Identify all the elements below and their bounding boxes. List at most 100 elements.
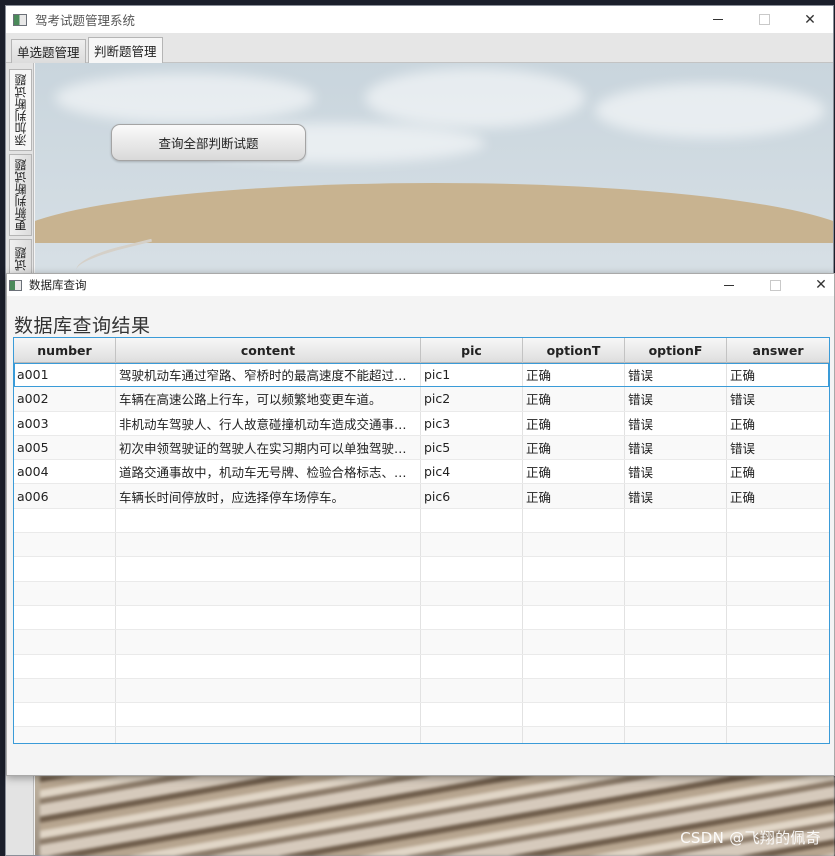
side-tab-update-question[interactable]: 更新判断试题: [9, 154, 32, 236]
table-cell: [727, 557, 829, 580]
table-cell: 错误: [625, 363, 727, 387]
table-cell: 错误: [625, 387, 727, 411]
table-cell: [625, 533, 727, 557]
table-cell: a002: [14, 387, 116, 411]
table-cell: pic2: [421, 387, 523, 411]
empty-row: [14, 581, 829, 606]
table-cell: [14, 727, 116, 743]
table-cell: a006: [14, 484, 116, 508]
side-tab-label: 添加判断试题: [14, 74, 28, 146]
table-cell: 正确: [523, 484, 625, 508]
table-cell: [421, 654, 523, 678]
table-cell: [421, 581, 523, 605]
table-cell: [14, 678, 116, 703]
table-cell: [116, 557, 421, 581]
table-cell: pic1: [421, 363, 523, 387]
table-cell: 初次申领驾驶证的驾驶人在实习期内可以单独驾驶机...: [116, 435, 421, 460]
table-cell: [625, 703, 727, 727]
minimize-icon[interactable]: [695, 6, 741, 33]
table-row[interactable]: a005 初次申领驾驶证的驾驶人在实习期内可以单独驾驶机... pic5 正确 错误 错误: [14, 435, 829, 461]
table-body: a001 驾驶机动车通过窄路、窄桥时的最高速度不能超过每... pic1 正确 错误 正确…: [14, 363, 829, 743]
dialog-controls: ✕: [706, 274, 834, 296]
empty-row: [14, 557, 829, 582]
table-cell: 非机动车驾驶人、行人故意碰撞机动车造成交通事故...: [116, 411, 421, 435]
maximize-icon[interactable]: [752, 274, 798, 296]
table-cell: [625, 678, 727, 703]
table-header: number content pic optionT optionF answe…: [14, 338, 829, 363]
table-row[interactable]: a003 非机动车驾驶人、行人故意碰撞机动车造成交通事故... pic3 正确 错误 正确: [14, 411, 829, 436]
query-all-button[interactable]: 查询全部判断试题: [111, 124, 306, 161]
minimize-icon[interactable]: [706, 274, 752, 296]
main-window-title: 驾考试题管理系统: [35, 13, 136, 28]
table-cell: [421, 508, 523, 533]
column-header[interactable]: number: [14, 338, 116, 363]
table-cell: pic6: [421, 484, 523, 508]
table-cell: [116, 703, 421, 727]
main-titlebar[interactable]: 驾考试题管理系统 ✕: [6, 6, 833, 33]
table-cell: [14, 508, 116, 533]
column-header[interactable]: optionF: [625, 338, 727, 363]
table-cell: a003: [14, 411, 116, 435]
table-row[interactable]: a001 驾驶机动车通过窄路、窄桥时的最高速度不能超过每... pic1 正确 错误 正确: [14, 363, 829, 388]
table-cell: [625, 727, 727, 743]
column-header[interactable]: answer: [727, 338, 829, 363]
table-cell: [523, 654, 625, 678]
side-tab-add-question[interactable]: 添加判断试题: [9, 69, 32, 151]
table-cell: [421, 678, 523, 703]
table-row[interactable]: a006 车辆长时间停放时，应选择停车场停车。 pic6 正确 错误 正确: [14, 484, 829, 509]
table-cell: [14, 654, 116, 678]
table-cell: [421, 605, 523, 630]
table-cell: [116, 508, 421, 533]
column-header[interactable]: pic: [421, 338, 523, 363]
table-cell: 正确: [730, 416, 756, 432]
table-cell: 错误: [625, 411, 727, 435]
table-cell: [727, 533, 829, 556]
table-cell: 车辆在高速公路上行车，可以频繁地变更车道。: [116, 387, 421, 411]
table-cell: [14, 703, 116, 727]
table-cell: [116, 581, 421, 605]
table-cell: 正确: [523, 387, 625, 411]
table-cell: 正确: [730, 368, 756, 384]
table-cell: [523, 533, 625, 557]
table-cell: [14, 630, 116, 654]
tab-true-false[interactable]: 判断题管理: [88, 37, 163, 63]
table-cell: pic3: [421, 411, 523, 435]
table-cell: [14, 557, 116, 581]
column-header[interactable]: optionT: [523, 338, 625, 363]
table-cell: [116, 533, 421, 557]
table-cell: [727, 655, 829, 678]
table-cell: [727, 509, 829, 532]
table-cell: 正确: [523, 435, 625, 460]
main-window-controls: ✕: [695, 6, 833, 33]
table-cell: [116, 678, 421, 703]
table-cell: [625, 654, 727, 678]
column-header[interactable]: content: [116, 338, 421, 363]
table-cell: [523, 605, 625, 630]
tab-single-choice[interactable]: 单选题管理: [11, 39, 86, 63]
table-cell: [625, 557, 727, 581]
query-dialog: 数据库查询 ✕ 数据库查询结果 number content pic optio…: [6, 273, 835, 776]
result-table[interactable]: number content pic optionT optionF answe…: [13, 337, 830, 744]
empty-row: [14, 533, 829, 558]
table-cell: [14, 605, 116, 630]
close-icon[interactable]: ✕: [787, 6, 833, 33]
maximize-icon[interactable]: [741, 6, 787, 33]
dialog-titlebar[interactable]: 数据库查询 ✕: [7, 274, 834, 296]
result-heading: 数据库查询结果: [14, 315, 151, 337]
table-cell: a004: [14, 460, 116, 484]
table-cell: 车辆长时间停放时，应选择停车场停车。: [116, 484, 421, 508]
side-tab-label: 试题: [14, 247, 28, 271]
empty-row: [14, 630, 829, 655]
table-cell: [727, 727, 829, 743]
close-icon[interactable]: ✕: [798, 274, 834, 296]
table-cell: [523, 678, 625, 703]
table-cell: [14, 533, 116, 557]
table-cell: [727, 703, 829, 726]
table-row[interactable]: a002 车辆在高速公路上行车，可以频繁地变更车道。 pic2 正确 错误 错误: [14, 387, 829, 412]
table-cell: [523, 703, 625, 727]
empty-row: [14, 654, 829, 679]
table-row[interactable]: a004 道路交通事故中，机动车无号牌、检验合格标志、保... pic4 正确 错误 正确: [14, 460, 829, 485]
empty-row: [14, 508, 829, 534]
table-cell: [523, 581, 625, 605]
table-cell: a001: [14, 363, 116, 387]
